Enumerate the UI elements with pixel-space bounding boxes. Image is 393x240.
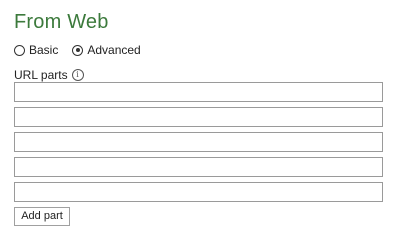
add-part-button[interactable]: Add part xyxy=(14,207,70,226)
url-part-input-2[interactable] xyxy=(14,107,383,127)
info-icon[interactable]: i xyxy=(71,69,84,81)
url-part-input-3[interactable] xyxy=(14,132,383,152)
from-web-dialog: From Web Basic Advanced URL parts i Add … xyxy=(0,0,393,233)
advanced-radio[interactable]: Advanced xyxy=(72,43,141,57)
url-part-input-1[interactable] xyxy=(14,82,383,102)
dialog-title: From Web xyxy=(14,11,109,33)
basic-radio[interactable]: Basic xyxy=(14,43,58,57)
basic-radio-label[interactable]: Basic xyxy=(29,43,58,57)
url-parts-label-row: URL parts i xyxy=(14,68,84,82)
url-part-input-5[interactable] xyxy=(14,182,383,202)
mode-radio-group: Basic Advanced xyxy=(14,42,155,58)
url-parts-label: URL parts xyxy=(14,68,68,82)
basic-radio-circle[interactable] xyxy=(14,44,25,56)
advanced-radio-label[interactable]: Advanced xyxy=(87,43,140,57)
advanced-radio-circle[interactable] xyxy=(72,44,84,56)
url-part-input-4[interactable] xyxy=(14,157,383,177)
